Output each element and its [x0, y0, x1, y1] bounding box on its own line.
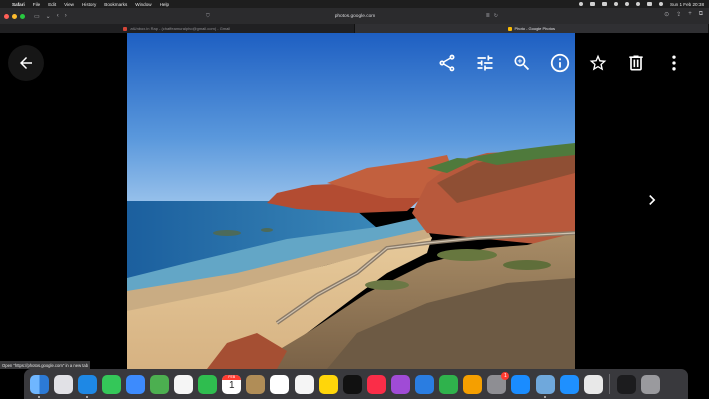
- minimize-window-button[interactable]: [12, 13, 17, 19]
- status-moon-icon[interactable]: [579, 2, 584, 6]
- control-center-icon[interactable]: [647, 2, 653, 6]
- tab-gmail[interactable]: atUnbox.in Rap - (chaffeamuralpho@gmail.…: [0, 24, 355, 33]
- reminders-icon[interactable]: [270, 374, 290, 394]
- info-icon: [550, 53, 570, 73]
- contacts-icon[interactable]: [246, 374, 266, 394]
- menu-bookmarks[interactable]: Bookmarks: [104, 2, 127, 7]
- downloads-icon[interactable]: ⊙: [664, 11, 669, 18]
- photo-actions-bar: [0, 51, 709, 75]
- beach-photo-illustration: [127, 33, 575, 369]
- facetime-icon[interactable]: [198, 374, 218, 394]
- apple-tv-icon[interactable]: [342, 374, 362, 394]
- share-button[interactable]: [435, 51, 459, 75]
- menu-extras: Sun 1 Feb 20:38: [579, 2, 704, 7]
- wifi-icon[interactable]: [614, 2, 619, 6]
- more-vert-icon: [672, 55, 676, 71]
- tab-bar: atUnbox.in Rap - (chaffeamuralpho@gmail.…: [0, 24, 709, 33]
- bluetooth-status-icon[interactable]: [590, 2, 596, 6]
- trash-dock-icon[interactable]: [640, 374, 660, 394]
- menu-help[interactable]: Help: [160, 2, 169, 7]
- notes-icon[interactable]: [318, 374, 338, 394]
- search-icon[interactable]: [636, 2, 641, 6]
- system-settings-badge: 1: [501, 371, 510, 380]
- photos-icon[interactable]: [174, 374, 194, 394]
- menu-file[interactable]: File: [33, 2, 40, 7]
- edit-button[interactable]: [473, 51, 497, 75]
- trash-icon: [629, 55, 643, 71]
- launchpad-icon[interactable]: [53, 374, 73, 394]
- zoom-button[interactable]: [510, 51, 534, 75]
- iphone-mirroring-icon[interactable]: [616, 374, 636, 394]
- preview-icon[interactable]: [535, 374, 555, 398]
- next-photo-button[interactable]: [638, 185, 666, 215]
- finder-icon[interactable]: [29, 374, 49, 398]
- macos-menu-bar: Safari File Edit View History Bookmarks …: [0, 0, 709, 8]
- calendar-day: 1: [229, 379, 235, 391]
- back-nav-icon[interactable]: ‹: [57, 13, 59, 19]
- siri-icon[interactable]: [659, 2, 664, 6]
- quicktime-icon[interactable]: [583, 374, 603, 394]
- battery-icon[interactable]: [602, 2, 608, 6]
- mail-icon[interactable]: [125, 374, 145, 394]
- photo-viewer: [0, 33, 709, 369]
- user-icon[interactable]: [625, 2, 630, 6]
- menu-app-name[interactable]: Safari: [12, 2, 25, 7]
- privacy-shield-icon[interactable]: ⛉: [206, 13, 210, 19]
- podcasts-icon[interactable]: [390, 374, 410, 394]
- address-url[interactable]: photos.google.com: [335, 14, 376, 19]
- pages-icon[interactable]: [463, 374, 483, 394]
- keynote-icon[interactable]: [415, 374, 435, 394]
- bluetooth-icon[interactable]: [559, 374, 579, 394]
- music-icon[interactable]: [366, 374, 386, 394]
- maps-icon[interactable]: [150, 374, 170, 394]
- close-window-button[interactable]: [4, 13, 9, 19]
- freeform-icon[interactable]: [294, 374, 314, 394]
- tab-google-photos[interactable]: Photo - Google Photos: [354, 24, 709, 33]
- calendar-icon[interactable]: FEB 1: [222, 374, 242, 394]
- chevron-right-icon: [649, 195, 656, 205]
- window-controls: [4, 13, 25, 19]
- delete-button[interactable]: [624, 51, 648, 75]
- star-icon: [589, 54, 607, 71]
- reload-icon[interactable]: ↻: [494, 13, 498, 19]
- menu-history[interactable]: History: [82, 2, 96, 7]
- numbers-icon[interactable]: [439, 374, 459, 394]
- safari-toolbar: ▭ ⌄ ‹ › ⛉ photos.google.com ≣ ↻ ⊙ ⇪ + ⧉: [0, 8, 709, 24]
- link-status-bar: Open "https://photos.google.com" in a ne…: [0, 361, 90, 369]
- messages-icon[interactable]: [101, 374, 121, 394]
- macos-dock: FEB 1 1: [24, 369, 688, 399]
- reader-icon[interactable]: ≣: [486, 13, 490, 19]
- app-store-icon[interactable]: [511, 374, 531, 394]
- link-status-text: Open "https://photos.google.com" in a ne…: [2, 362, 89, 368]
- menu-edit[interactable]: Edit: [48, 2, 56, 7]
- clock[interactable]: Sun 1 Feb 20:38: [670, 2, 704, 7]
- safari-icon[interactable]: [77, 374, 97, 398]
- tab-overview-icon[interactable]: ⧉: [699, 11, 703, 18]
- forward-nav-icon[interactable]: ›: [65, 13, 67, 19]
- dock-separator: [609, 374, 611, 394]
- info-button[interactable]: [548, 51, 572, 75]
- tab-gmail-title: atUnbox.in Rap - (chaffeamuralpho@gmail.…: [130, 26, 231, 31]
- menu-window[interactable]: Window: [135, 2, 151, 7]
- new-tab-icon[interactable]: +: [688, 11, 692, 18]
- tab-google-photos-title: Photo - Google Photos: [514, 26, 555, 31]
- zoom-in-icon: [514, 55, 530, 71]
- sidebar-toggle-icon[interactable]: ▭: [34, 13, 40, 20]
- photo-image[interactable]: [127, 33, 575, 369]
- menu-view[interactable]: View: [64, 2, 74, 7]
- gmail-favicon-icon: [123, 26, 128, 31]
- zoom-window-button[interactable]: [20, 13, 25, 19]
- favorite-button[interactable]: [586, 51, 610, 75]
- google-photos-favicon-icon: [507, 26, 512, 31]
- system-settings-icon[interactable]: 1: [487, 371, 510, 394]
- share-toolbar-icon[interactable]: ⇪: [676, 11, 681, 18]
- address-bar[interactable]: ⛉ photos.google.com ≣ ↻: [200, 11, 510, 21]
- edit-tune-icon: [477, 55, 493, 71]
- sidebar-chevron-icon[interactable]: ⌄: [46, 13, 51, 20]
- share-icon: [439, 54, 455, 72]
- more-options-button[interactable]: [662, 51, 686, 75]
- toolbar-right: ⊙ ⇪ + ⧉: [664, 11, 703, 18]
